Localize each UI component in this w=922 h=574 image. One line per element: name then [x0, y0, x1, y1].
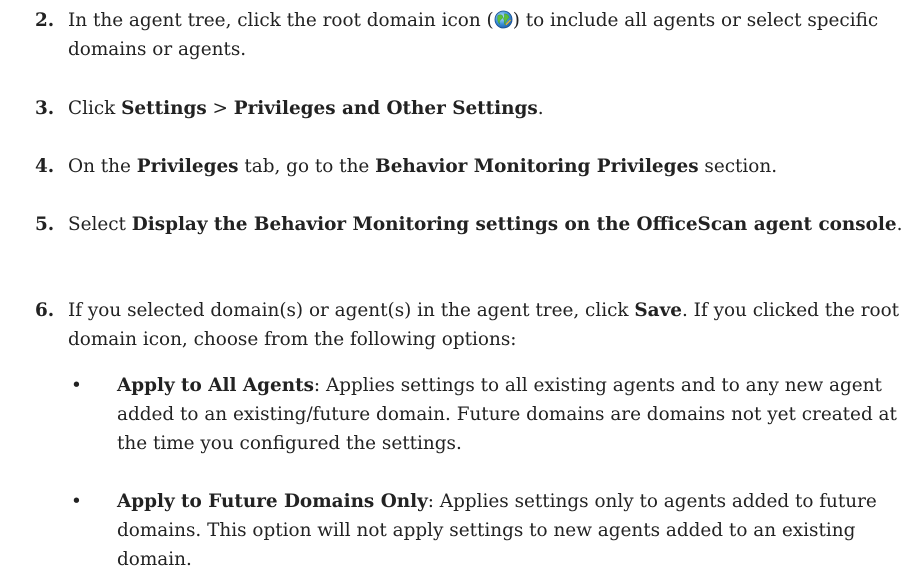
step-text: Select Display the Behavior Monitoring s…	[68, 214, 903, 235]
step-text: If you selected domain(s) or agent(s) in…	[68, 300, 900, 350]
bullet-mark: •	[71, 375, 82, 396]
option-apply-to-all-agents: • Apply to All Agents: Applies settings …	[0, 371, 922, 458]
step-text: On the Privileges tab, go to the Behavio…	[68, 156, 778, 177]
option-text: Apply to All Agents: Applies settings to…	[117, 375, 897, 454]
document-page: 2. In the agent tree, click the root dom…	[0, 0, 922, 574]
option-text: Apply to Future Domains Only: Applies se…	[117, 491, 877, 570]
step-4: 4. On the Privileges tab, go to the Beha…	[0, 152, 922, 181]
step-number: 4.	[35, 156, 55, 177]
globe-icon	[494, 10, 513, 29]
option-apply-to-future-domains-only: • Apply to Future Domains Only: Applies …	[0, 487, 922, 574]
bullet-mark: •	[71, 491, 82, 512]
step-number: 3.	[35, 98, 55, 119]
step-number: 6.	[35, 300, 55, 321]
step-number: 2.	[35, 10, 55, 31]
step-6: 6. If you selected domain(s) or agent(s)…	[0, 296, 922, 354]
step-3: 3. Click Settings > Privileges and Other…	[0, 94, 922, 123]
step-5: 5. Select Display the Behavior Monitorin…	[0, 210, 922, 239]
step-text: In the agent tree, click the root domain…	[68, 10, 879, 60]
step-number: 5.	[35, 214, 55, 235]
step-text: Click Settings > Privileges and Other Se…	[68, 98, 544, 119]
step-2: 2. In the agent tree, click the root dom…	[0, 6, 922, 64]
